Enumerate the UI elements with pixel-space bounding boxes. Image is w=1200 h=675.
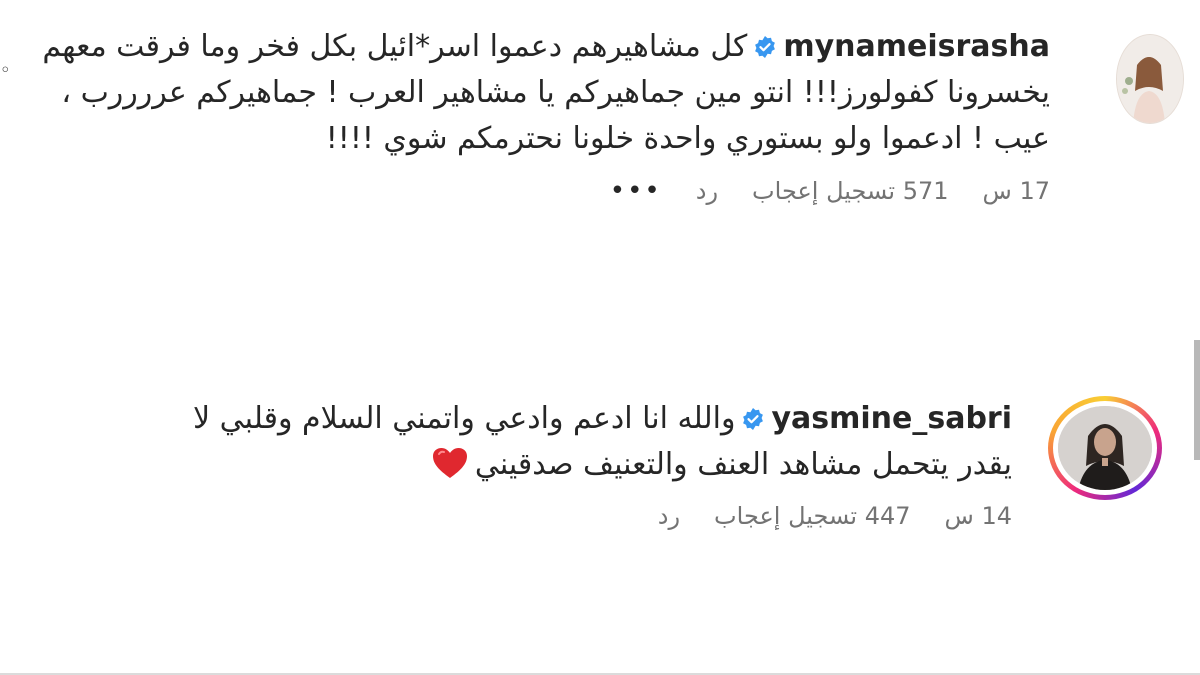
verified-badge-icon xyxy=(755,36,776,58)
red-heart-emoji-icon xyxy=(432,448,467,478)
avatar xyxy=(1058,406,1152,490)
username-link[interactable]: yasmine_sabri xyxy=(771,401,1012,436)
comment-meta: 14 س 447 تسجيل إعجاب رد xyxy=(152,502,1012,530)
scrollbar[interactable] xyxy=(1194,340,1200,460)
username-link[interactable]: mynameisrasha xyxy=(783,29,1050,64)
comment-text: mynameisrashaكل مشاهيرهم دعموا اسر*ائيل … xyxy=(30,24,1050,162)
reply-button[interactable]: رد xyxy=(658,502,680,530)
comment-body: yasmine_sabriوالله انا ادعم وادعي واتمني… xyxy=(152,396,1012,530)
avatar xyxy=(1116,34,1184,124)
verified-badge-icon xyxy=(743,408,764,430)
comment-text: yasmine_sabriوالله انا ادعم وادعي واتمني… xyxy=(152,396,1012,488)
reply-button[interactable]: رد xyxy=(696,177,718,205)
avatar-link[interactable] xyxy=(1048,396,1162,500)
comment-time[interactable]: 14 س xyxy=(945,502,1012,530)
comment-meta: 17 س 571 تسجيل إعجاب رد ••• xyxy=(30,176,1050,206)
comment-body: mynameisrashaكل مشاهيرهم دعموا اسر*ائيل … xyxy=(30,24,1050,206)
like-count-button[interactable]: 571 تسجيل إعجاب xyxy=(752,177,948,205)
like-count-button[interactable]: 447 تسجيل إعجاب xyxy=(714,502,910,530)
avatar-link[interactable] xyxy=(1116,34,1184,124)
edge-fragment: ◦ xyxy=(0,60,11,81)
more-options-icon[interactable]: ••• xyxy=(610,176,662,206)
comment-time[interactable]: 17 س xyxy=(983,177,1050,205)
